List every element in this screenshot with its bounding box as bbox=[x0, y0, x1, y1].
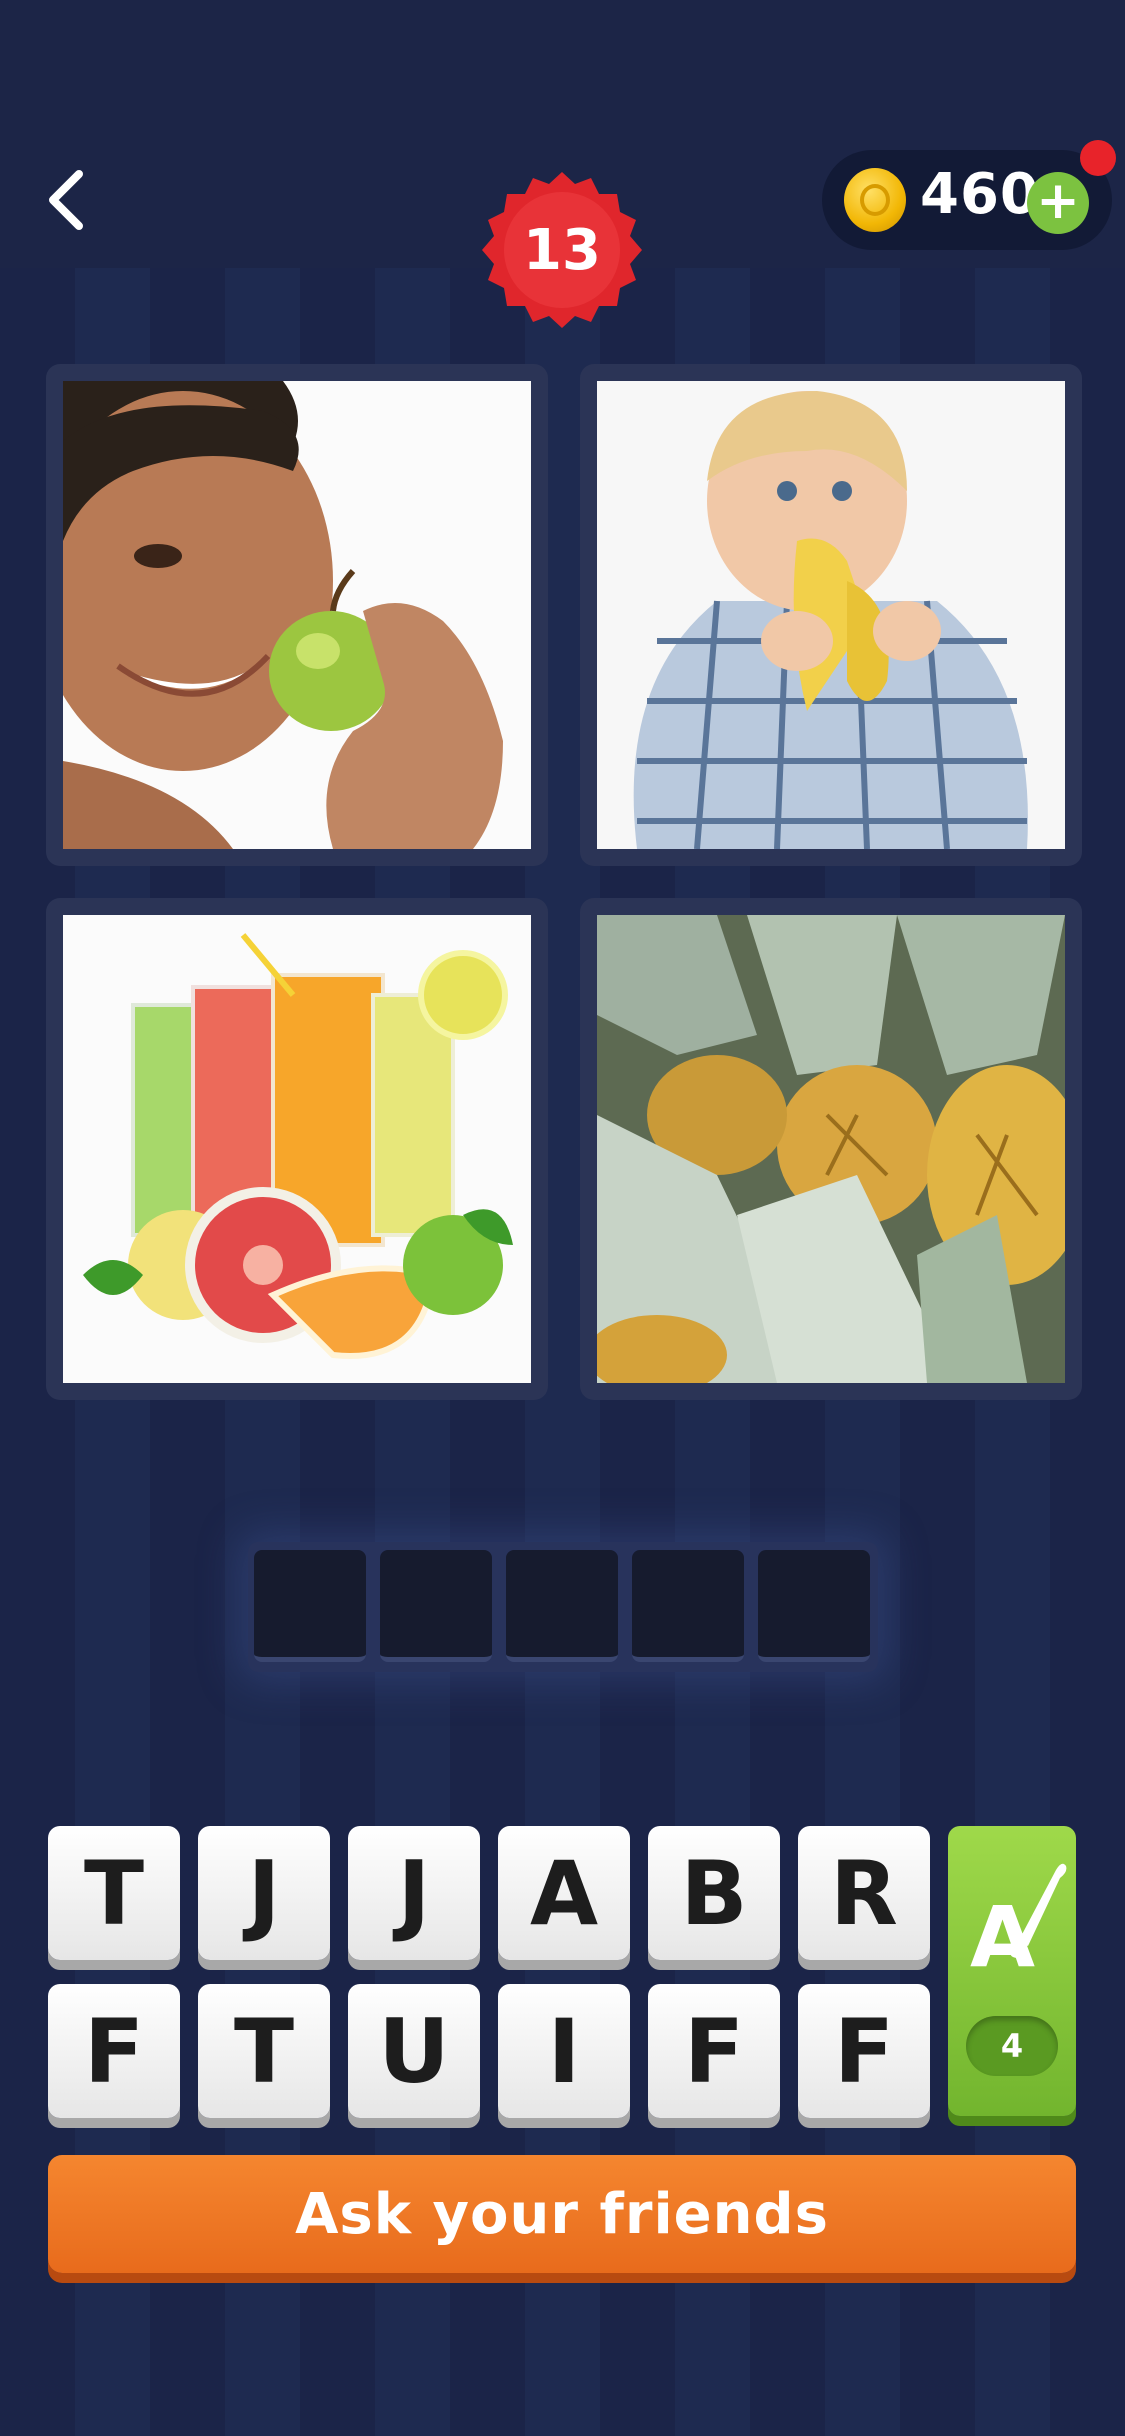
letter-key[interactable]: A bbox=[498, 1826, 630, 1960]
level-number: 13 bbox=[523, 217, 601, 283]
letter-key[interactable]: F bbox=[48, 1984, 180, 2118]
coin-count: 460 bbox=[920, 162, 1040, 227]
letter-key[interactable]: B bbox=[648, 1826, 780, 1960]
answer-slot[interactable] bbox=[506, 1550, 618, 1662]
hint-button[interactable]: A 4 bbox=[948, 1826, 1076, 2116]
puzzle-image-2[interactable] bbox=[580, 364, 1082, 866]
answer-slots bbox=[248, 1542, 878, 1672]
pineapples-picture bbox=[597, 915, 1065, 1383]
letter-key[interactable]: J bbox=[348, 1826, 480, 1960]
answer-slot[interactable] bbox=[254, 1550, 366, 1662]
puzzle-image-3[interactable] bbox=[46, 898, 548, 1400]
fruit-juice-picture bbox=[63, 915, 531, 1383]
letter-key[interactable]: T bbox=[48, 1826, 180, 1960]
puzzle-image-1[interactable] bbox=[46, 364, 548, 866]
answer-slot[interactable] bbox=[632, 1550, 744, 1662]
plus-icon: + bbox=[1036, 171, 1080, 231]
chevron-left-icon bbox=[49, 170, 83, 230]
letter-key[interactable]: F bbox=[798, 1984, 930, 2118]
coin-balance[interactable]: 460 + bbox=[822, 140, 1116, 250]
add-coins-button[interactable]: + bbox=[1027, 172, 1089, 234]
letter-key[interactable]: I bbox=[498, 1984, 630, 2118]
ask-friends-button[interactable]: Ask your friends bbox=[48, 2155, 1076, 2273]
letter-key[interactable]: J bbox=[198, 1826, 330, 1960]
letter-key[interactable]: U bbox=[348, 1984, 480, 2118]
puzzle-image-4[interactable] bbox=[580, 898, 1082, 1400]
coin-icon bbox=[844, 168, 906, 232]
letter-key[interactable]: T bbox=[198, 1984, 330, 2118]
answer-slot[interactable] bbox=[758, 1550, 870, 1662]
hint-count: 4 bbox=[966, 2016, 1058, 2076]
woman-apple-picture bbox=[63, 381, 531, 849]
answer-slot[interactable] bbox=[380, 1550, 492, 1662]
level-badge: 13 bbox=[472, 170, 652, 350]
letter-key[interactable]: R bbox=[798, 1826, 930, 1960]
toddler-banana-picture bbox=[597, 381, 1065, 849]
notification-dot bbox=[1080, 140, 1116, 176]
letter-key[interactable]: F bbox=[648, 1984, 780, 2118]
paintbrush-letter-icon: A bbox=[970, 1863, 1067, 1986]
back-button[interactable] bbox=[30, 160, 100, 240]
